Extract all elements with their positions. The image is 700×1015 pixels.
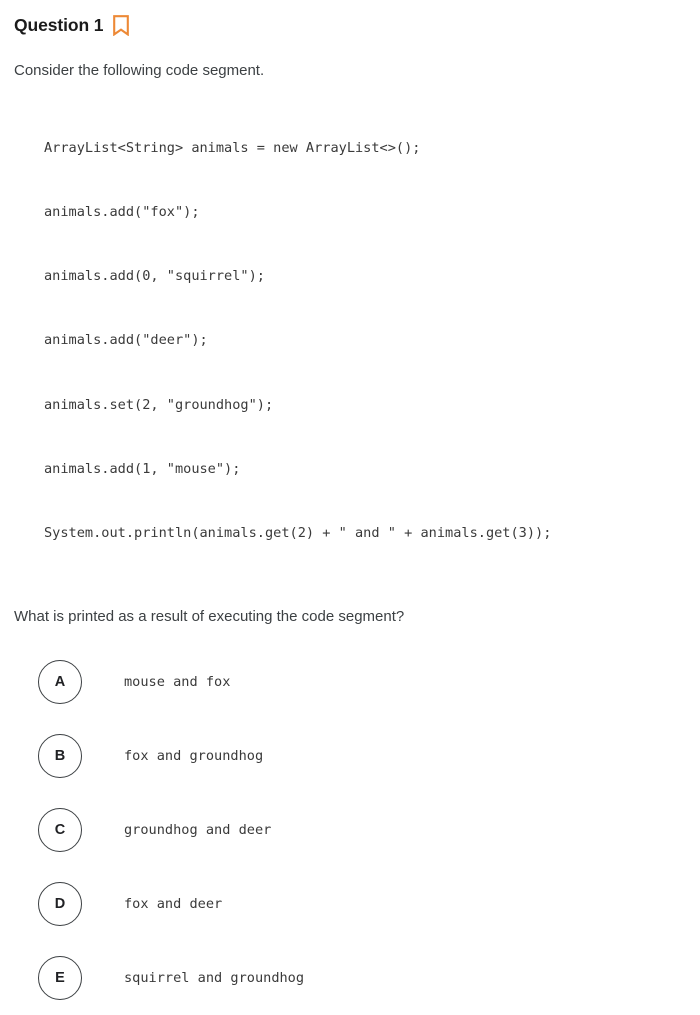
code-line: animals.add("deer"); (44, 332, 208, 349)
code-line: animals.add(1, "mouse"); (44, 460, 241, 477)
choice-option-d[interactable]: D fox and deer (0, 867, 700, 941)
choice-label-b: fox and groundhog (124, 748, 264, 765)
bookmark-icon (113, 15, 130, 36)
question-header: Question 1 (0, 0, 700, 40)
prompt-question-text: What is printed as a result of executing… (14, 608, 405, 626)
choice-option-e[interactable]: E squirrel and groundhog (0, 941, 700, 1015)
choice-option-c[interactable]: C groundhog and deer (0, 793, 700, 867)
code-line: ArrayList<String> animals = new ArrayLis… (44, 139, 421, 156)
choice-label-e: squirrel and groundhog (124, 970, 305, 987)
choice-label-c: groundhog and deer (124, 822, 272, 839)
choice-option-b[interactable]: B fox and groundhog (0, 719, 700, 793)
choice-bubble-b[interactable]: B (38, 734, 82, 779)
code-line: animals.add("fox"); (44, 204, 200, 221)
choice-bubble-c[interactable]: C (38, 808, 82, 853)
choice-bubble-a[interactable]: A (38, 660, 82, 705)
bookmark-button[interactable] (113, 14, 130, 36)
choice-label-a: mouse and fox (124, 674, 231, 691)
prompt-intro-text: Consider the following code segment. (14, 62, 265, 79)
page-title: Question 1 (14, 15, 104, 35)
choice-bubble-d[interactable]: D (38, 882, 82, 927)
choice-bubble-e[interactable]: E (38, 956, 82, 1001)
code-line: animals.set(2, "groundhog"); (44, 396, 274, 413)
question-page: Question 1 Consider the following code s… (0, 0, 700, 1001)
choice-label-d: fox and deer (124, 896, 223, 913)
code-line: animals.add(0, "squirrel"); (44, 268, 265, 285)
answer-choices: A mouse and fox B fox and groundhog C gr… (0, 645, 700, 1015)
code-segment: ArrayList<String> animals = new ArrayLis… (0, 95, 700, 587)
choice-option-a[interactable]: A mouse and fox (0, 645, 700, 719)
code-line: System.out.println(animals.get(2) + " an… (44, 525, 552, 542)
